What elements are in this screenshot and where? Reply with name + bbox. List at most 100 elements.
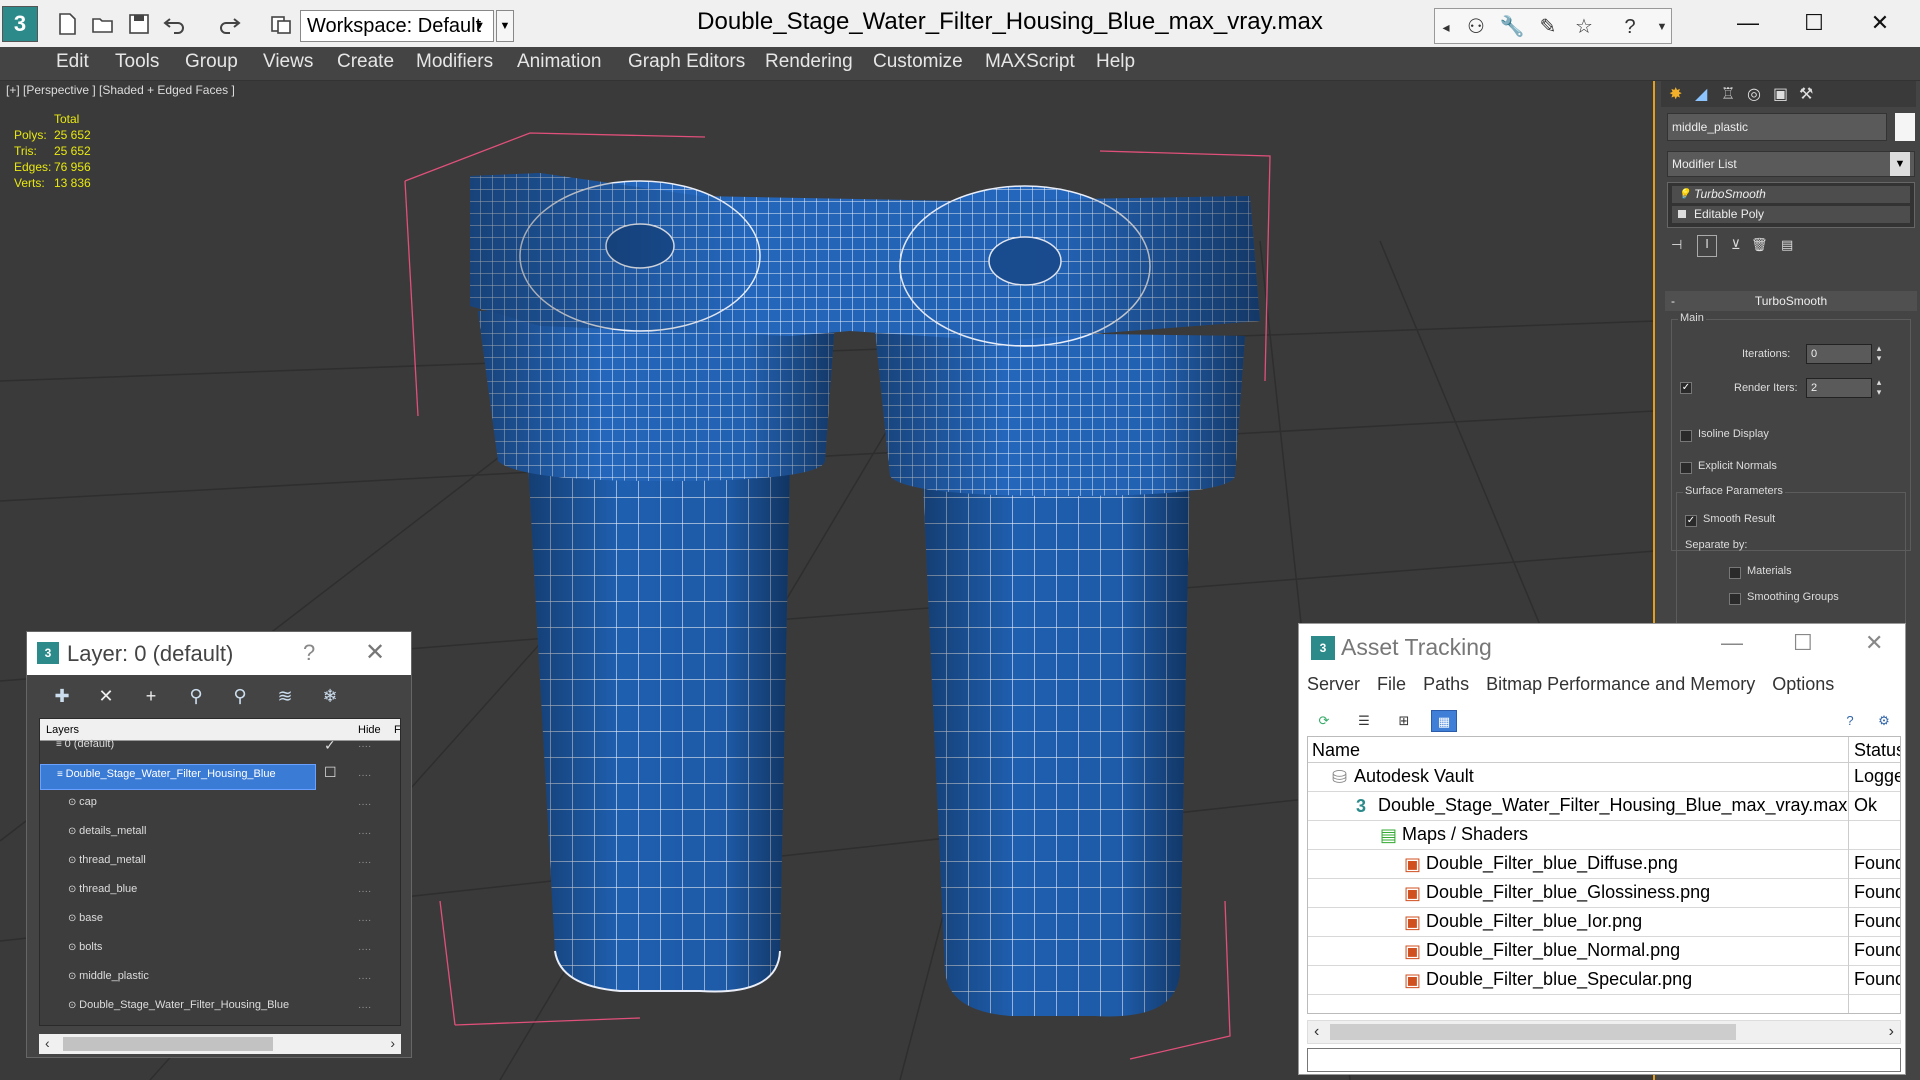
layer-row-name[interactable]: ⊙ Double_Stage_Water_Filter_Housing_Blue [40, 996, 316, 1022]
layer-horizontal-scrollbar[interactable]: ‹ › [39, 1034, 401, 1054]
hierarchy-tab-icon[interactable]: ♖ [1721, 84, 1735, 104]
close-icon[interactable]: ✕ [1865, 630, 1883, 656]
layer-row[interactable]: ⊙ thread_blue ···· [40, 878, 400, 907]
render-iters-checkbox[interactable]: ✓ [1680, 382, 1692, 394]
display-tab-icon[interactable]: ▣ [1773, 84, 1788, 104]
menu-edit[interactable]: Edit [56, 51, 89, 73]
layer-row-name[interactable]: ⊙ thread_metall [40, 851, 316, 877]
chevron-right-icon[interactable]: › [390, 1035, 395, 1051]
layer-row-name[interactable]: ≡ 0 (default) [40, 735, 316, 761]
current-layer-check-icon[interactable]: ✓ [324, 737, 336, 754]
asset-row[interactable]: ▣ Double_Filter_blue_Specular.png Found [1308, 966, 1900, 995]
layer-row[interactable]: ≡ 0 (default) ✓ ···· [40, 733, 400, 762]
menu-customize[interactable]: Customize [873, 51, 963, 73]
create-tab-icon[interactable]: ✸ [1669, 84, 1682, 104]
hide-toggle[interactable]: ···· [358, 741, 371, 752]
refresh-icon[interactable]: ⟳ [1311, 710, 1337, 732]
maximize-button[interactable]: ☐ [1784, 4, 1844, 42]
menu-bitmap-performance[interactable]: Bitmap Performance and Memory [1486, 674, 1755, 694]
isoline-display-checkbox[interactable] [1680, 430, 1692, 442]
set-current-layer-icon[interactable]: ☐ [324, 764, 337, 781]
open-file-icon[interactable] [88, 10, 118, 38]
column-header-status[interactable]: Status [1854, 740, 1900, 761]
scrollbar-thumb[interactable] [63, 1037, 273, 1051]
layer-row[interactable]: ⊙ thread_metall ···· [40, 849, 400, 878]
close-icon[interactable]: ✕ [365, 638, 385, 667]
menu-graph-editors[interactable]: Graph Editors [628, 51, 745, 73]
highlight-layer-icon[interactable]: ⚲ [225, 684, 255, 708]
minimize-button[interactable]: — [1721, 630, 1743, 656]
motion-tab-icon[interactable]: ◎ [1747, 84, 1761, 104]
utilities-tab-icon[interactable]: ⚒ [1799, 84, 1813, 104]
iterations-spinner[interactable]: 0 [1806, 344, 1885, 364]
turbosmooth-rollout-header[interactable]: - TurboSmooth [1665, 291, 1917, 311]
lightbulb-icon[interactable]: 💡 [1678, 186, 1690, 203]
chevron-left-icon[interactable]: ‹ [1314, 1023, 1319, 1041]
minimize-button[interactable]: — [1718, 4, 1778, 42]
asset-row[interactable]: ▣ Double_Filter_blue_Glossiness.png Found [1308, 879, 1900, 908]
layer-row[interactable]: ⊙ details_metall ···· [40, 820, 400, 849]
configure-sets-icon[interactable]: ▤ [1781, 237, 1793, 253]
hide-toggle[interactable]: ···· [358, 770, 371, 781]
stack-item-turbosmooth[interactable]: 💡 TurboSmooth [1672, 186, 1910, 203]
chevron-left-icon[interactable]: ‹ [45, 1035, 50, 1051]
remove-modifier-icon[interactable]: 🗑 [1751, 237, 1768, 253]
hide-toggle[interactable]: ···· [358, 828, 371, 839]
binoculars-icon[interactable]: ⚇ [1461, 13, 1491, 41]
explicit-normals-checkbox[interactable] [1680, 462, 1692, 474]
pin-stack-icon[interactable]: ⊣ [1671, 237, 1682, 253]
chevron-left-icon[interactable]: ◂ [1437, 13, 1455, 41]
asset-row[interactable]: ▣ Double_Filter_blue_Diffuse.png Found [1308, 850, 1900, 879]
layer-row-name[interactable]: ⊙ base [40, 909, 316, 935]
menu-views[interactable]: Views [263, 51, 313, 73]
asset-status-field[interactable] [1307, 1048, 1901, 1072]
hide-toggle[interactable]: ···· [358, 915, 371, 926]
new-file-icon[interactable] [52, 10, 82, 38]
layer-row-name[interactable]: ⊙ thread_blue [40, 880, 316, 906]
close-button[interactable]: ✕ [1850, 4, 1910, 42]
menu-modifiers[interactable]: Modifiers [416, 51, 493, 73]
delete-layer-icon[interactable]: ✕ [91, 684, 121, 708]
modify-tab-icon[interactable]: ◢ [1695, 84, 1707, 104]
layer-row[interactable]: ⊙ base ···· [40, 907, 400, 936]
smoothing-groups-checkbox[interactable] [1729, 593, 1741, 605]
asset-row[interactable]: 3 Double_Stage_Water_Filter_Housing_Blue_… [1308, 792, 1900, 821]
column-divider[interactable] [1848, 737, 1849, 1013]
scrollbar-thumb[interactable] [1330, 1024, 1736, 1040]
menu-rendering[interactable]: Rendering [765, 51, 853, 73]
layer-row-name[interactable]: ⊙ middle_plastic [40, 967, 316, 993]
settings-icon[interactable]: ⚙ [1871, 710, 1897, 732]
menu-file[interactable]: File [1377, 674, 1406, 694]
smooth-result-checkbox[interactable]: ✓ [1685, 515, 1697, 527]
table-view-icon[interactable]: ⊞ [1391, 710, 1417, 732]
expand-icon[interactable] [1678, 210, 1686, 218]
hide-toggle[interactable]: ···· [358, 973, 371, 984]
menu-animation[interactable]: Animation [517, 51, 602, 73]
maximize-button[interactable]: ☐ [1793, 630, 1813, 656]
app-logo-icon[interactable]: 3 [2, 6, 38, 42]
hide-toggle[interactable]: ···· [358, 1002, 371, 1013]
asset-row[interactable]: ⛁ Autodesk Vault Logged [1308, 763, 1900, 792]
menu-create[interactable]: Create [337, 51, 394, 73]
hide-toggle[interactable]: ···· [358, 944, 371, 955]
menu-group[interactable]: Group [185, 51, 238, 73]
undo-icon[interactable] [160, 10, 190, 38]
menu-options[interactable]: Options [1772, 674, 1834, 694]
help-icon[interactable]: ? [1615, 13, 1645, 41]
hide-all-layers-icon[interactable]: ≋ [270, 684, 300, 708]
make-unique-icon[interactable]: ⊻ [1731, 237, 1741, 253]
stack-item-editable-poly[interactable]: Editable Poly [1672, 206, 1910, 223]
layer-row[interactable]: ⊙ cap ···· [40, 791, 400, 820]
asset-row[interactable]: ▣ Double_Filter_blue_Normal.png Found [1308, 937, 1900, 966]
menu-help[interactable]: Help [1096, 51, 1135, 73]
layer-row-name[interactable]: ⊙ cap [40, 793, 316, 819]
redo-icon[interactable] [214, 10, 244, 38]
save-icon[interactable] [124, 10, 154, 38]
asset-horizontal-scrollbar[interactable]: ‹ › [1307, 1020, 1901, 1044]
layer-row[interactable]: ⊙ middle_plastic ···· [40, 965, 400, 994]
asset-row[interactable]: ▣ Double_Filter_blue_Ior.png Found [1308, 908, 1900, 937]
object-color-swatch[interactable] [1895, 113, 1915, 141]
new-layer-icon[interactable]: ✚ [47, 684, 77, 708]
tools-icon[interactable]: ✎ [1533, 13, 1563, 41]
asset-row[interactable]: ▤ Maps / Shaders [1308, 821, 1900, 850]
